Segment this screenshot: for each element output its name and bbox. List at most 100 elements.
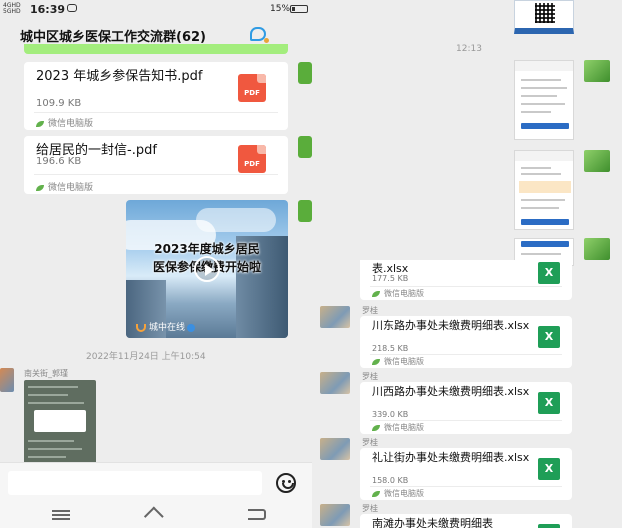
file-message-xlsx-partial[interactable]: 表.xlsx 177.5 KB X 微信电脑版 (360, 260, 572, 300)
message-timestamp: 12:13 (456, 44, 482, 54)
wechat-pc-icon (372, 490, 380, 497)
file-source: 微信电脑版 (372, 422, 424, 433)
image-message[interactable] (514, 60, 574, 140)
wechat-pc-icon (372, 358, 380, 365)
my-avatar[interactable] (298, 62, 312, 84)
video-brand-label: 城中在线 (149, 323, 186, 333)
system-nav-bar (0, 502, 312, 528)
shot-button (521, 219, 569, 225)
wechat-pc-icon (372, 290, 380, 297)
chat-title[interactable]: 城中区城乡医保工作交流群(62) (20, 26, 206, 45)
file-message-pdf-1[interactable]: 2023 年城乡参保告知书.pdf 109.9 KB PDF 微信电脑版 (24, 62, 288, 130)
chat-bubble-icon[interactable] (250, 27, 269, 43)
my-avatar[interactable] (298, 200, 312, 222)
shot-line (521, 253, 561, 255)
input-bar (0, 462, 312, 502)
file-size: 158.0 KB (372, 476, 409, 485)
file-source: 微信电脑版 (36, 180, 93, 193)
shot-line (521, 199, 565, 201)
file-message-xlsx-2[interactable]: 川西路办事处未缴费明细表.xlsx 339.0 KB X 微信电脑版 (360, 382, 572, 434)
status-bar: 4GHD 5GHD 16:39 15% (0, 0, 312, 18)
sender-avatar[interactable] (320, 504, 350, 526)
wechat-pc-icon (36, 184, 44, 191)
shot-line (521, 95, 557, 97)
video-message[interactable]: 2023年度城乡居民 医保参保缴费开始啦 城中在线 (126, 200, 288, 338)
eye-icon (67, 4, 77, 12)
shot-line (521, 173, 561, 175)
right-chat-pane: 12:13 表.xlsx 177.5 KB X 微信电脑版 罗桂 川东路办事处未… (316, 0, 622, 528)
file-source-label: 微信电脑版 (384, 489, 424, 498)
shot-line (521, 87, 567, 89)
file-size: 177.5 KB (372, 274, 409, 283)
thumb-line (28, 394, 68, 396)
file-source: 微信电脑版 (372, 288, 424, 299)
home-icon[interactable] (146, 507, 164, 521)
screenshot-composite: 4GHD 5GHD 16:39 15% 城中区城乡医保工作交流群(62) 202… (0, 0, 622, 528)
shot-button (521, 123, 569, 129)
file-size: 339.0 KB (372, 410, 409, 419)
file-message-xlsx-1[interactable]: 川东路办事处未缴费明细表.xlsx 218.5 KB X 微信电脑版 (360, 316, 572, 368)
status-time: 16:39 (30, 3, 66, 16)
back-icon[interactable] (248, 509, 266, 520)
qr-image-message[interactable] (514, 0, 574, 34)
excel-file-icon: X (538, 458, 560, 480)
video-title-line1: 2023年度城乡居民 (154, 242, 260, 256)
my-avatar[interactable] (584, 238, 610, 260)
my-avatar[interactable] (584, 60, 610, 82)
file-name: 川东路办事处未缴费明细表.xlsx (372, 319, 530, 332)
file-message-xlsx-3[interactable]: 礼让街办事处未缴费明细表.xlsx 158.0 KB X 微信电脑版 (360, 448, 572, 500)
file-message-pdf-2[interactable]: 给居民的一封信-.pdf 196.6 KB PDF 微信电脑版 (24, 136, 288, 194)
file-name: 礼让街办事处未缴费明细表.xlsx (372, 451, 530, 464)
video-brand: 城中在线 (136, 320, 196, 333)
brand-logo-icon (136, 323, 146, 332)
divider (370, 286, 562, 287)
message-input[interactable] (8, 471, 262, 495)
file-name: 川西路办事处未缴费明细表.xlsx (372, 385, 530, 398)
excel-file-icon: X (538, 262, 560, 284)
sender-avatar[interactable] (320, 372, 350, 394)
my-avatar[interactable] (298, 136, 312, 158)
play-icon[interactable] (194, 256, 220, 282)
thumb-line (28, 386, 78, 388)
image-message[interactable] (514, 150, 574, 230)
emoji-icon[interactable] (276, 473, 296, 493)
excel-file-icon: X (538, 524, 560, 528)
sender-name: 南关街_郭瑾 (24, 369, 68, 378)
file-size: 196.6 KB (36, 156, 82, 167)
divider (370, 486, 562, 487)
my-avatar[interactable] (584, 150, 610, 172)
file-source-label: 微信电脑版 (384, 289, 424, 298)
signal-indicator: 4GHD 5GHD (3, 2, 21, 15)
menu-icon[interactable] (52, 510, 70, 512)
divider (34, 174, 278, 175)
sender-avatar[interactable] (320, 306, 350, 328)
shot-line (521, 79, 561, 81)
shot-notice (519, 181, 571, 193)
file-size: 218.5 KB (372, 344, 409, 353)
file-size: 109.9 KB (36, 98, 82, 109)
message-timestamp: 2022年11月24日 上午10:54 (86, 352, 206, 362)
sender-name: 罗桂 (362, 372, 378, 381)
previous-message-bubble[interactable] (24, 44, 288, 54)
thumb-dialog (34, 410, 86, 432)
left-chat-pane: 4GHD 5GHD 16:39 15% 城中区城乡医保工作交流群(62) 202… (0, 0, 312, 528)
divider (370, 354, 562, 355)
thumb-line (28, 456, 66, 458)
file-source-label: 微信电脑版 (384, 357, 424, 366)
shot-line (521, 111, 551, 113)
shot-button (521, 241, 569, 247)
file-source: 微信电脑版 (372, 488, 424, 499)
sender-avatar[interactable] (320, 438, 350, 460)
file-name: 2023 年城乡参保告知书.pdf (36, 69, 203, 84)
thumb-line (28, 448, 82, 450)
wechat-pc-icon (36, 120, 44, 127)
pdf-file-icon: PDF (238, 74, 266, 102)
file-source: 微信电脑版 (372, 356, 424, 367)
battery-percent: 15% (270, 4, 291, 14)
image-message[interactable] (24, 380, 96, 466)
file-message-xlsx-4[interactable]: 南滩办事处未缴费明细表 X (360, 514, 572, 528)
sender-avatar[interactable] (0, 368, 14, 392)
shot-line (521, 103, 565, 105)
excel-file-icon: X (538, 326, 560, 348)
pdf-file-icon: PDF (238, 145, 266, 173)
